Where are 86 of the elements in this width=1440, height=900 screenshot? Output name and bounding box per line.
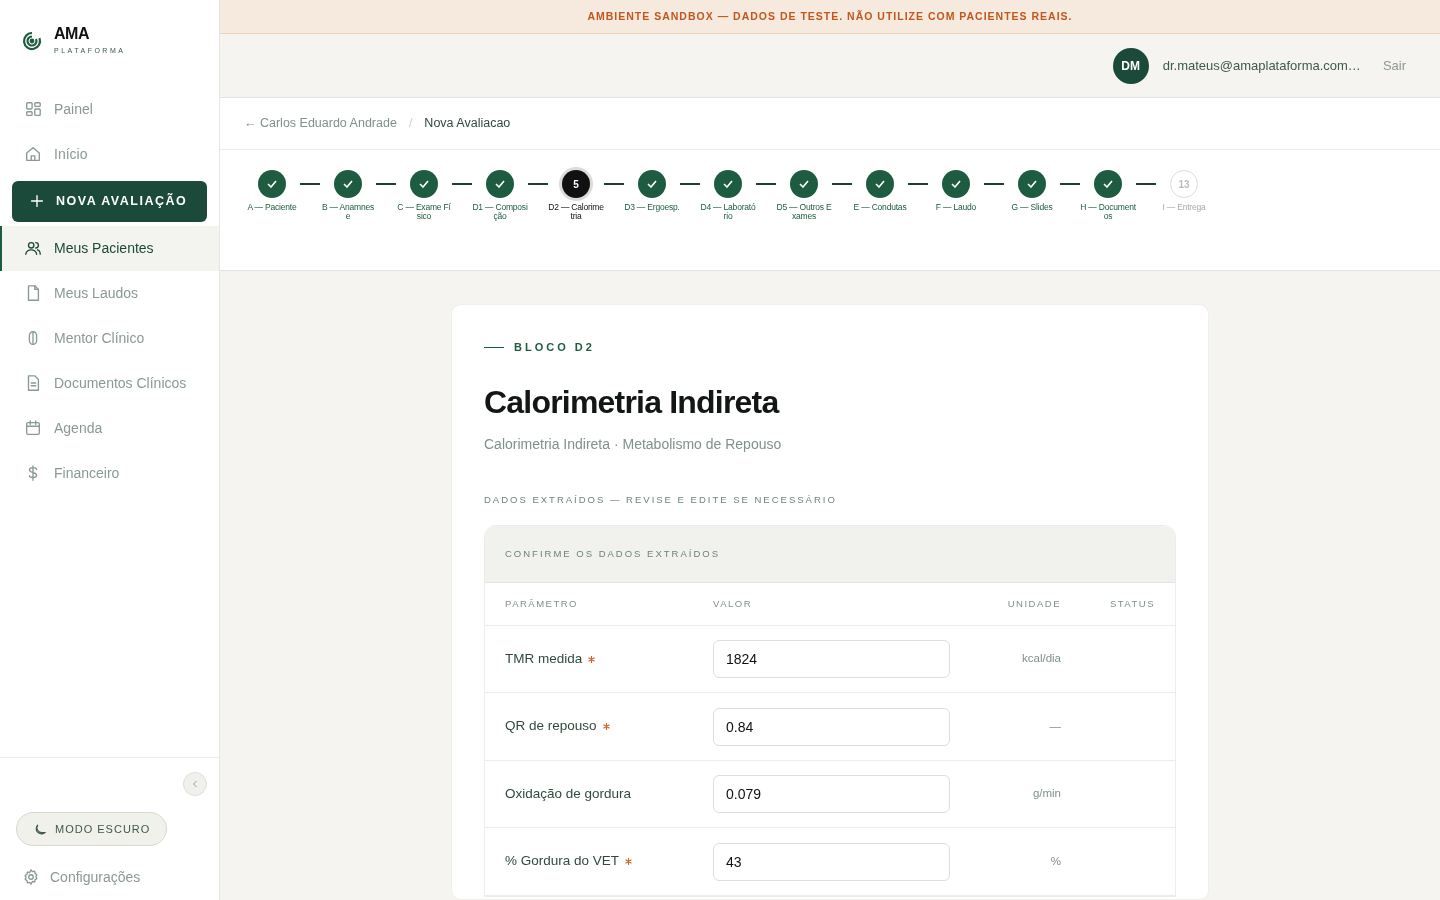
- grid-icon: [24, 100, 42, 118]
- parameter-label: TMR medida: [505, 648, 713, 670]
- unit-label: kcal/dia: [1021, 651, 1061, 667]
- value-field[interactable]: 0.84: [713, 707, 950, 746]
- section-label: DADOS EXTRAÍDOS — REVISE E EDITE SE NECESSÁRIO: [484, 492, 838, 507]
- step-label: A — Paciente: [246, 203, 298, 213]
- step-label: D4 — Laboratório: [700, 203, 756, 222]
- logout-link[interactable]: Sair: [1382, 55, 1406, 76]
- check-icon: [343, 180, 353, 188]
- value-field[interactable]: 1824: [713, 640, 950, 678]
- home-icon: [24, 145, 42, 163]
- users-icon: [24, 239, 42, 257]
- step-label: H — Documentos: [1080, 203, 1136, 222]
- check-icon: [419, 180, 429, 188]
- step-indicator[interactable]: [258, 170, 286, 198]
- step-indicator[interactable]: 13: [1170, 170, 1198, 198]
- check-icon: [951, 180, 961, 188]
- column-header: STATUS: [1108, 596, 1155, 611]
- step-indicator[interactable]: [714, 170, 742, 198]
- sidebar-item[interactable]: Meus Laudos: [0, 270, 219, 316]
- step-indicator[interactable]: [1094, 170, 1122, 198]
- parameter-label: % Gordura do VET: [505, 851, 713, 872]
- column-header: PARÂMETRO: [505, 596, 579, 611]
- breadcrumb-separator: /: [408, 115, 413, 133]
- step-label: C — Exame Físico: [396, 203, 452, 222]
- sidebar-item[interactable]: Painel: [0, 86, 219, 132]
- step-label: B — Anamnese: [320, 203, 376, 222]
- check-icon: [647, 180, 657, 188]
- table-heading: CONFIRME OS DADOS EXTRAÍDOS: [485, 525, 1175, 583]
- step-label: E — Condutas: [852, 203, 908, 213]
- step-label: D5 — Outros Exames: [776, 203, 832, 222]
- check-icon: [723, 180, 733, 188]
- column-header: VALOR: [713, 596, 753, 611]
- settings-icon: [22, 868, 40, 886]
- calendar-icon: [24, 419, 42, 437]
- plus-icon: [28, 192, 46, 210]
- page-title: Calorimetria Indireta: [484, 382, 781, 422]
- step-indicator[interactable]: [334, 170, 362, 198]
- step-indicator[interactable]: [942, 170, 970, 198]
- step-label: F — Laudo: [934, 203, 978, 213]
- chevron-left-icon: [191, 779, 199, 789]
- step-label: I — Entrega: [1161, 203, 1207, 213]
- step-label: D1 — Composição: [472, 203, 528, 222]
- block-eyebrow: BLOCO D2: [514, 340, 595, 355]
- sidebar-item[interactable]: Meus Pacientes: [0, 225, 219, 271]
- sidebar-item[interactable]: Financeiro: [0, 450, 219, 496]
- step-label: D2 — Calorimetria: [548, 203, 604, 222]
- parameter-label: QR de repouso: [505, 716, 713, 737]
- moon-icon: [33, 822, 47, 836]
- page-subtitle: Calorimetria Indireta · Metabolismo de Repouso: [484, 434, 783, 454]
- sidebar-item[interactable]: Documentos Clínicos: [0, 360, 219, 406]
- user-email: dr.mateus@amaplataforma.com…: [1162, 56, 1361, 75]
- user-avatar[interactable]: DM: [1112, 47, 1149, 84]
- step-indicator[interactable]: [638, 170, 666, 198]
- step-label: D3 — Ergoesp.: [624, 203, 680, 213]
- step-indicator[interactable]: [866, 170, 894, 198]
- column-header: UNIDADE: [1006, 596, 1061, 611]
- brand-name: AMA: [54, 26, 90, 42]
- value-field[interactable]: 43: [713, 842, 950, 881]
- parameter-label: Oxidação de gordura: [505, 784, 633, 803]
- unit-label: %: [1049, 853, 1061, 869]
- settings-link[interactable]: Configurações: [16, 866, 207, 888]
- sandbox-banner: AMBIENTE SANDBOX — DADOS DE TESTE. NÃO UTILIZE COM PACIENTES REAIS.: [220, 0, 1440, 34]
- sidebar-item[interactable]: Agenda: [0, 405, 219, 451]
- step-label: G — Slides: [1010, 203, 1054, 213]
- sidebar-item[interactable]: Início: [0, 131, 219, 177]
- check-icon: [1103, 180, 1113, 188]
- breadcrumb-link[interactable]: ← Carlos Eduardo Andrade: [244, 114, 397, 133]
- check-icon: [875, 180, 885, 188]
- logo-icon: [22, 31, 42, 52]
- step-indicator[interactable]: 5: [562, 170, 590, 198]
- check-icon: [799, 180, 809, 188]
- sidebar-item[interactable]: Mentor Clínico: [0, 315, 219, 361]
- step-indicator[interactable]: [486, 170, 514, 198]
- unit-label: —: [1048, 718, 1061, 734]
- step-indicator[interactable]: [1018, 170, 1046, 198]
- step-indicator[interactable]: [790, 170, 818, 198]
- step-indicator[interactable]: [410, 170, 438, 198]
- check-icon: [495, 180, 505, 188]
- new-evaluation-button[interactable]: NOVA AVALIAÇÃO: [12, 180, 207, 222]
- unit-label: g/min: [1031, 786, 1061, 802]
- breadcrumb-current: Nova Avaliacao: [424, 115, 511, 133]
- dark-mode-button[interactable]: MODO ESCURO: [16, 812, 168, 846]
- value-field[interactable]: 0.079: [713, 775, 950, 813]
- check-icon: [1027, 180, 1037, 188]
- check-icon: [267, 180, 277, 188]
